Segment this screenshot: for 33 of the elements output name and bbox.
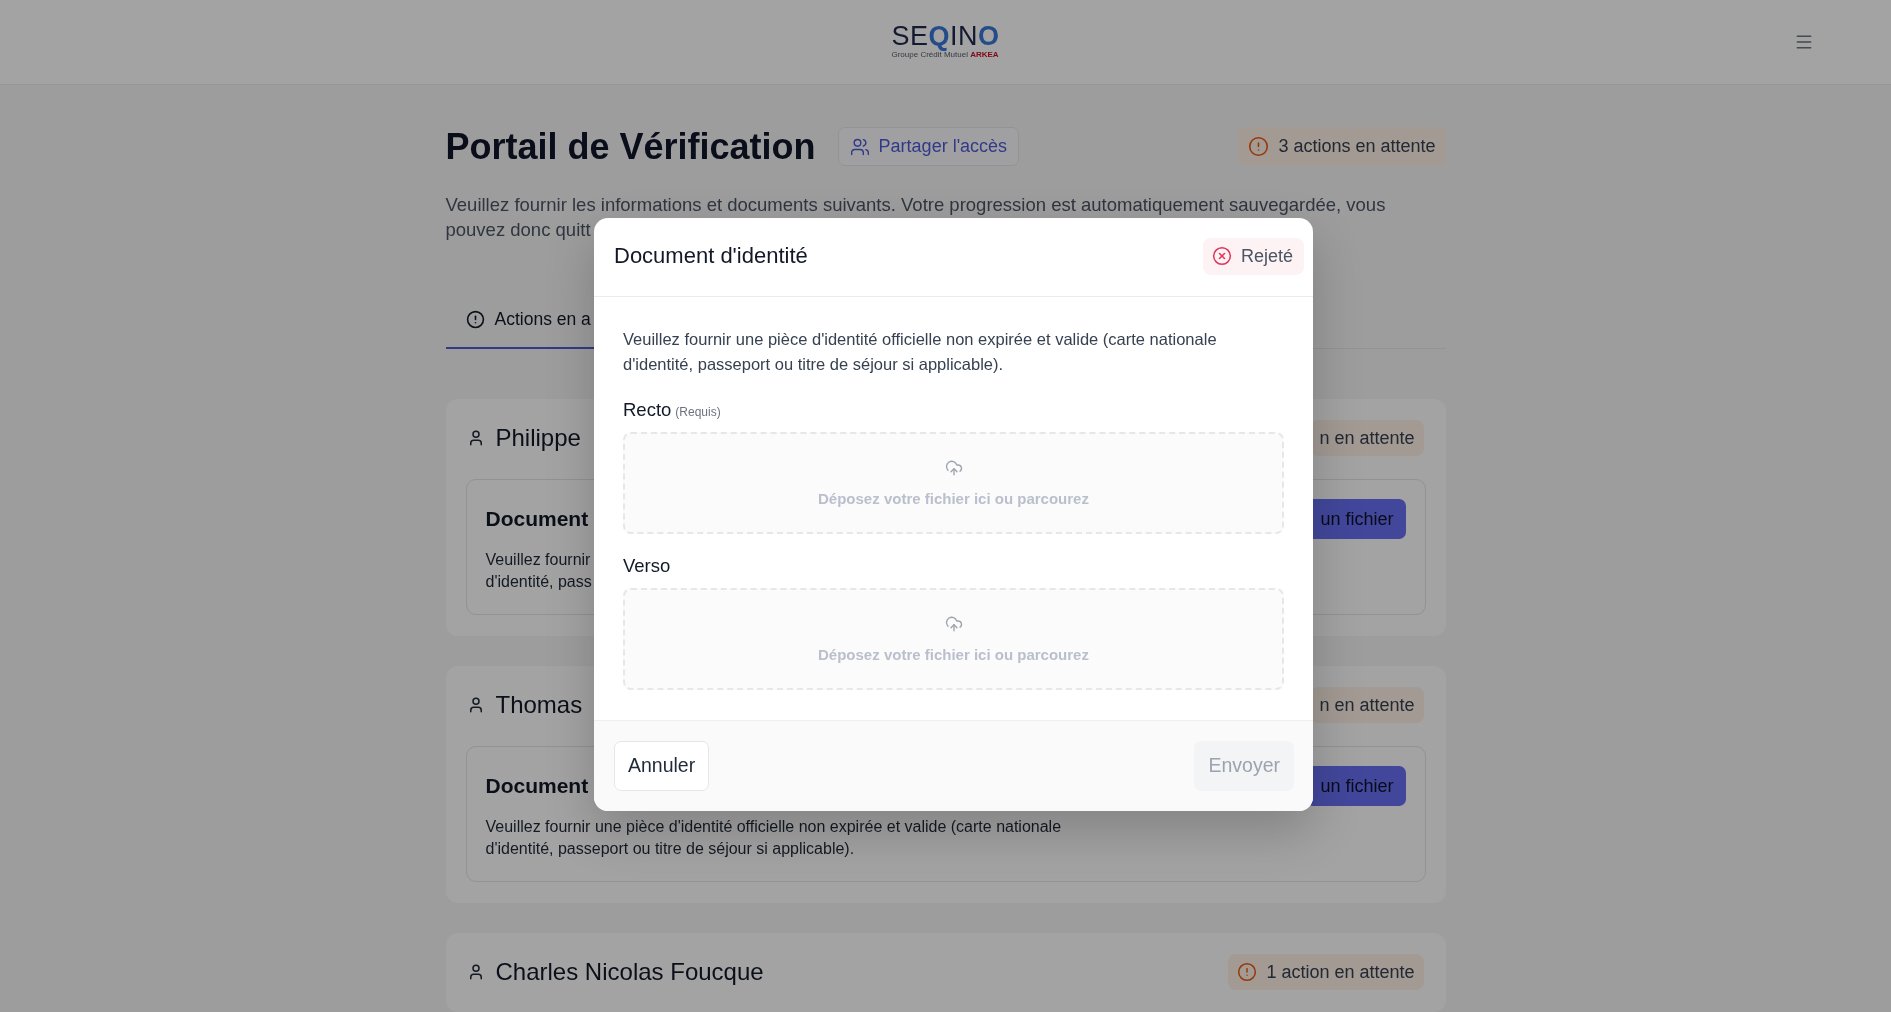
badge-text: n en attente — [1319, 694, 1415, 716]
people-icon — [849, 136, 870, 157]
status-text: Rejeté — [1240, 245, 1293, 267]
badge-text: n en attente — [1319, 427, 1415, 449]
logo-wordmark: SEQINO — [891, 22, 1000, 50]
modal-description: Veuillez fournir une pièce d'identité officielle non expirée et valide (carte nationale d'identité, passeport ou titre de séjour si applicable). — [623, 328, 1218, 375]
cloud-upload-icon — [944, 614, 963, 633]
cancel-button[interactable]: Annuler — [614, 740, 710, 791]
document-title: Document — [485, 507, 589, 531]
menu-icon[interactable] — [1794, 32, 1814, 52]
person-name: Philippe — [495, 424, 581, 452]
field-label: Recto — [623, 397, 672, 422]
required-note: (Requis) — [675, 404, 721, 419]
badge-text: 3 actions en attente — [1278, 136, 1436, 157]
document-description: Veuillez fournir une pièce d'identité officielle non expirée et valide (carte nationale d'identité, passeport ou titre de séjour si applicable). — [485, 817, 1063, 859]
person-name: Charles Nicolas Foucque — [495, 958, 764, 986]
alert-circle-icon — [1248, 136, 1270, 157]
field-label: Verso — [623, 553, 671, 578]
modal-title: Document d'identité — [614, 243, 808, 269]
person-name: Thomas — [495, 691, 583, 719]
file-dropzone[interactable]: Déposez votre fichier ici ou parcourez — [623, 431, 1284, 534]
page-title: Portail de Vérification — [445, 126, 816, 167]
alert-circle-icon — [465, 309, 485, 329]
file-dropzone[interactable]: Déposez votre fichier ici ou parcourez — [623, 587, 1284, 690]
share-button[interactable]: Partager l'accès — [837, 127, 1020, 166]
logo-tagline: Groupe Crédit Mutuel ARKEA — [891, 50, 999, 60]
x-circle-icon — [1211, 246, 1232, 266]
cloud-upload-icon — [944, 458, 963, 477]
intro-text: Veuillez fournir les informations et documents suivants. Votre progression est automatiquement sauvegardée, vous pouvez donc quitt — [445, 193, 1387, 242]
document-title: Document — [485, 774, 589, 798]
badge-text: 1 action en attente — [1266, 961, 1415, 983]
document-description: d'identité, pass — [485, 572, 592, 592]
document-description: Veuillez fournir — [485, 550, 591, 570]
